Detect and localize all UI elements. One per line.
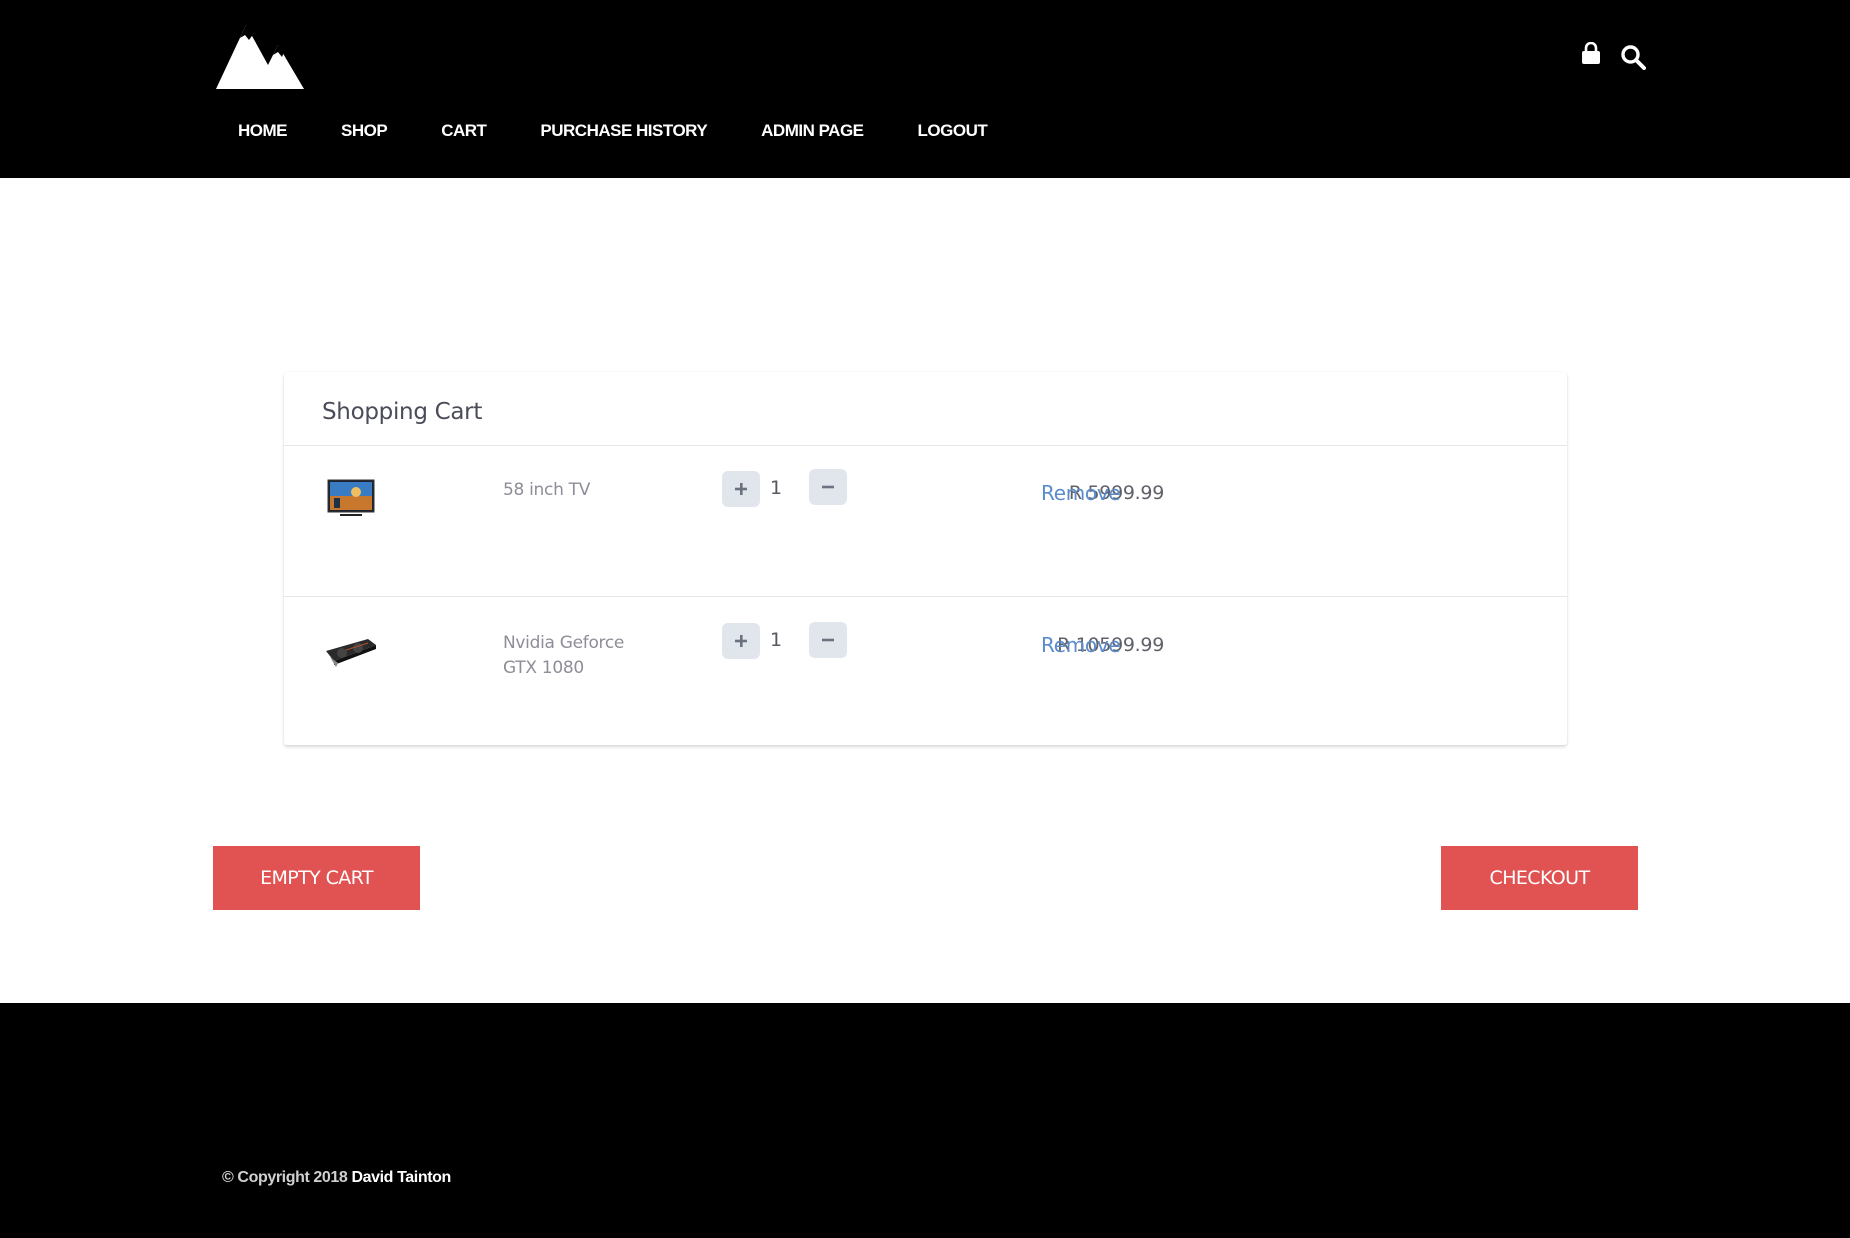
quantity-value: 1 (769, 477, 783, 499)
nav-purchase-history[interactable]: PURCHASE HISTORY (516, 121, 731, 141)
tv-image (327, 479, 375, 516)
graphics-card-image (326, 639, 376, 667)
site-header: HOME SHOP CART PURCHASE HISTORY ADMIN PA… (0, 0, 1850, 178)
search-icon[interactable] (1620, 44, 1646, 70)
item-name: 58 inch TV (503, 480, 591, 500)
item-name: Nvidia Geforce GTX 1080 (503, 633, 625, 678)
plus-icon (735, 635, 747, 647)
copyright-author: David Tainton (351, 1169, 451, 1186)
increase-quantity-button[interactable] (722, 623, 760, 659)
copyright-text: © Copyright 2018 David Tainton (222, 1169, 451, 1187)
shopping-bag-icon[interactable] (1580, 42, 1602, 66)
minus-icon (822, 485, 834, 489)
cart-title: Shopping Cart (322, 399, 483, 425)
decrease-quantity-button[interactable] (809, 622, 847, 658)
remove-link[interactable]: Remove (1041, 481, 1121, 505)
mountain-logo[interactable] (216, 25, 304, 90)
nav-logout[interactable]: LOGOUT (894, 121, 1012, 141)
empty-cart-button[interactable]: EMPTY CART (213, 846, 420, 910)
nav-admin-page[interactable]: ADMIN PAGE (737, 121, 887, 141)
increase-quantity-button[interactable] (722, 471, 760, 507)
nav-cart[interactable]: CART (417, 121, 510, 141)
cart-row: Nvidia Geforce GTX 1080 1 R 10599.99 Rem… (284, 597, 1567, 747)
nav-shop[interactable]: SHOP (317, 121, 411, 141)
checkout-button[interactable]: CHECKOUT (1441, 846, 1638, 910)
site-footer: © Copyright 2018 David Tainton (0, 1003, 1850, 1238)
cart-row: 58 inch TV 1 R 5999.99 Remove (284, 446, 1567, 596)
main-nav: HOME SHOP CART PURCHASE HISTORY ADMIN PA… (214, 121, 1017, 141)
minus-icon (822, 638, 834, 642)
remove-link[interactable]: Remove (1041, 633, 1121, 657)
header-icons (1576, 42, 1646, 72)
quantity-value: 1 (769, 629, 783, 651)
decrease-quantity-button[interactable] (809, 469, 847, 505)
copyright-prefix: © Copyright 2018 (222, 1169, 348, 1186)
nav-home[interactable]: HOME (214, 121, 311, 141)
plus-icon (735, 483, 747, 495)
shopping-cart-card: Shopping Cart 58 inch TV 1 R 5999.99 Rem… (284, 372, 1567, 745)
